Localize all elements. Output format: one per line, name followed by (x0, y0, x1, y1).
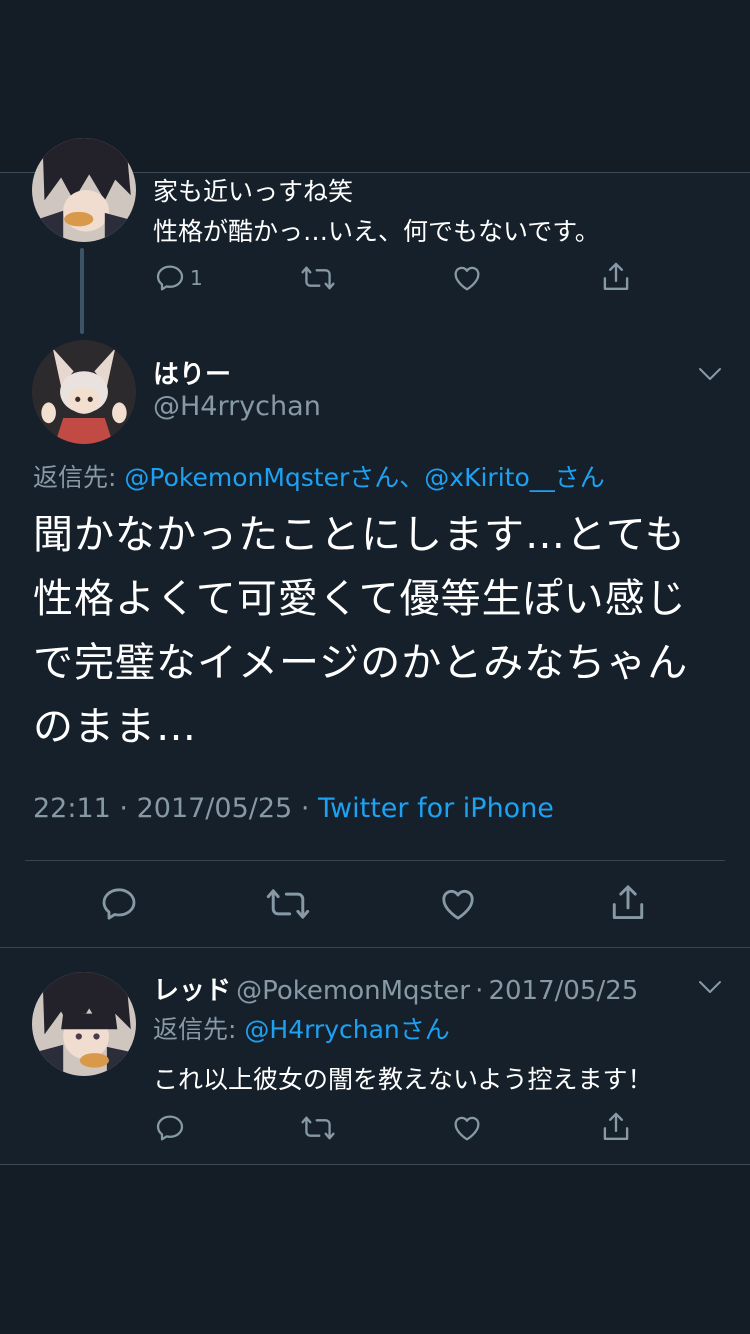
mention-link[interactable]: @xKirito__さん (424, 463, 604, 492)
divider (0, 947, 750, 948)
display-name[interactable]: レッド (153, 976, 231, 1006)
tweet-text: これ以上彼女の闇を教えないよう控えます！ (153, 1065, 653, 1094)
tweet-source-link[interactable]: Twitter for iPhone (318, 793, 554, 824)
mention-link[interactable]: @H4rrychanさん (244, 1015, 449, 1044)
tweet-body: 聞かなかったことにします…とても性格よくて可愛くて優等生ぽい感じで完璧なイメージ… (33, 512, 689, 750)
chevron-down-icon (696, 981, 724, 1003)
reply-icon (154, 262, 186, 294)
avatar-red[interactable] (32, 972, 136, 1076)
retweet-button[interactable] (300, 1112, 336, 1144)
share-icon (600, 260, 632, 294)
reply-to-line: 返信先: @PokemonMqsterさん、@xKirito__さん (33, 458, 605, 494)
screen: 家も近いっすね笑 性格が酷かっ…いえ、何でもないです。 1 はりー @H4rry… (0, 0, 750, 1334)
meta-dot: · (300, 793, 310, 824)
tweet-time: 22:11 (33, 793, 111, 824)
tweet-date: 2017/05/25 (488, 976, 639, 1006)
more-options-button[interactable] (696, 975, 724, 1003)
meta-dot: · (119, 793, 128, 824)
avatar-harry[interactable] (32, 340, 136, 444)
reply-count: 1 (190, 266, 203, 290)
retweet-icon (300, 1112, 336, 1144)
tweet-date: 2017/05/25 (136, 793, 293, 824)
like-button[interactable] (451, 1112, 483, 1144)
thread-connector (80, 248, 84, 334)
divider (25, 860, 725, 861)
meta-dot: · (475, 976, 484, 1006)
like-button[interactable] (438, 884, 478, 924)
user-handle[interactable]: @PokemonMqster (236, 976, 470, 1006)
reply-button[interactable] (99, 884, 139, 924)
reply-to-label: 返信先: (153, 1015, 237, 1044)
mention-link[interactable]: @PokemonMqsterさん (124, 463, 399, 492)
like-icon (438, 884, 478, 924)
like-icon (451, 1112, 483, 1144)
user-handle[interactable]: @H4rrychan (153, 391, 321, 422)
display-name[interactable]: はりー (153, 354, 231, 391)
reply-button[interactable] (154, 1112, 186, 1144)
reply-button[interactable]: 1 (154, 262, 203, 294)
reply-icon (99, 884, 139, 924)
retweet-icon (265, 884, 311, 924)
bottom-blank-area (0, 1165, 750, 1334)
reply-to-line: 返信先: @H4rrychanさん (153, 1010, 450, 1046)
like-icon (451, 262, 483, 294)
retweet-button[interactable] (300, 262, 336, 294)
share-icon (608, 882, 648, 924)
share-button[interactable] (600, 1110, 632, 1144)
mention-separator: 、 (399, 463, 425, 492)
share-button[interactable] (608, 882, 648, 924)
reply-to-label: 返信先: (33, 463, 117, 492)
tweet-text: 性格が酷かっ…いえ、何でもないです。 (153, 217, 600, 246)
chevron-down-icon (696, 368, 724, 390)
avatar-red[interactable] (32, 138, 136, 242)
tweet-text: 家も近いっすね笑 (153, 177, 354, 206)
retweet-button[interactable] (265, 884, 311, 924)
retweet-icon (300, 262, 336, 294)
more-options-button[interactable] (696, 362, 724, 390)
share-icon (600, 1110, 632, 1144)
reply-icon (154, 1112, 186, 1144)
like-button[interactable] (451, 262, 483, 294)
share-button[interactable] (600, 260, 632, 294)
reply-header: レッド @PokemonMqster · 2017/05/25 (153, 970, 638, 1007)
tweet-meta: 22:11 · 2017/05/25 · Twitter for iPhone (33, 793, 554, 824)
